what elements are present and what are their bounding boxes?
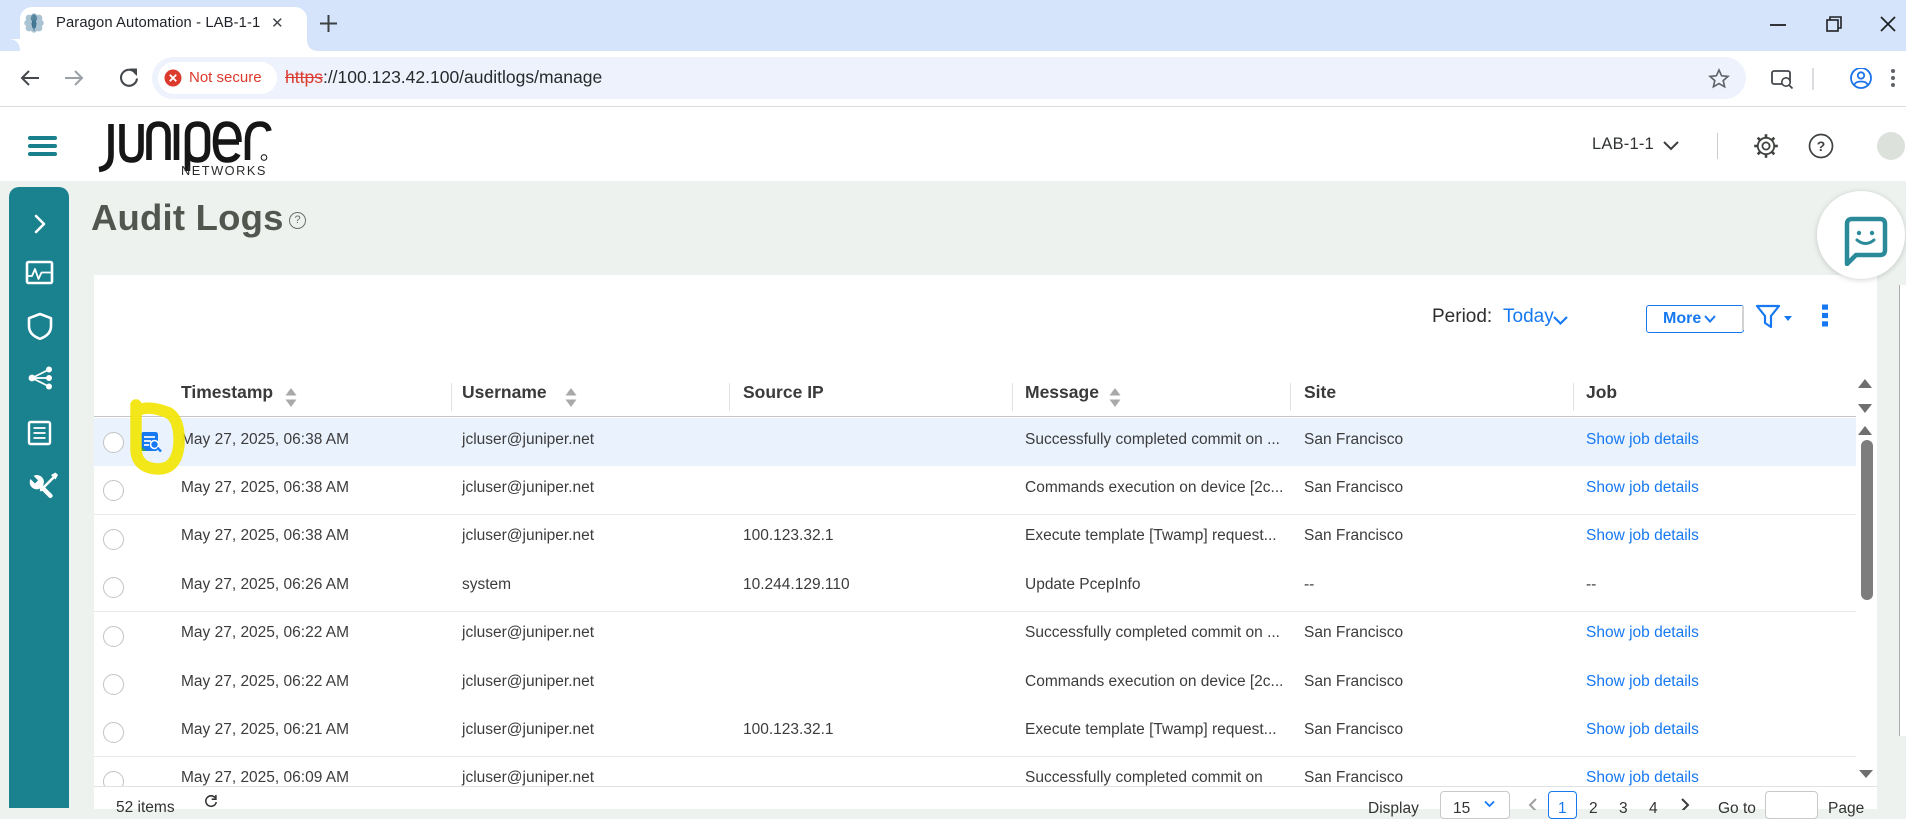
- svg-text:?: ?: [1817, 138, 1826, 154]
- svg-text:NETWORKS: NETWORKS: [181, 163, 267, 178]
